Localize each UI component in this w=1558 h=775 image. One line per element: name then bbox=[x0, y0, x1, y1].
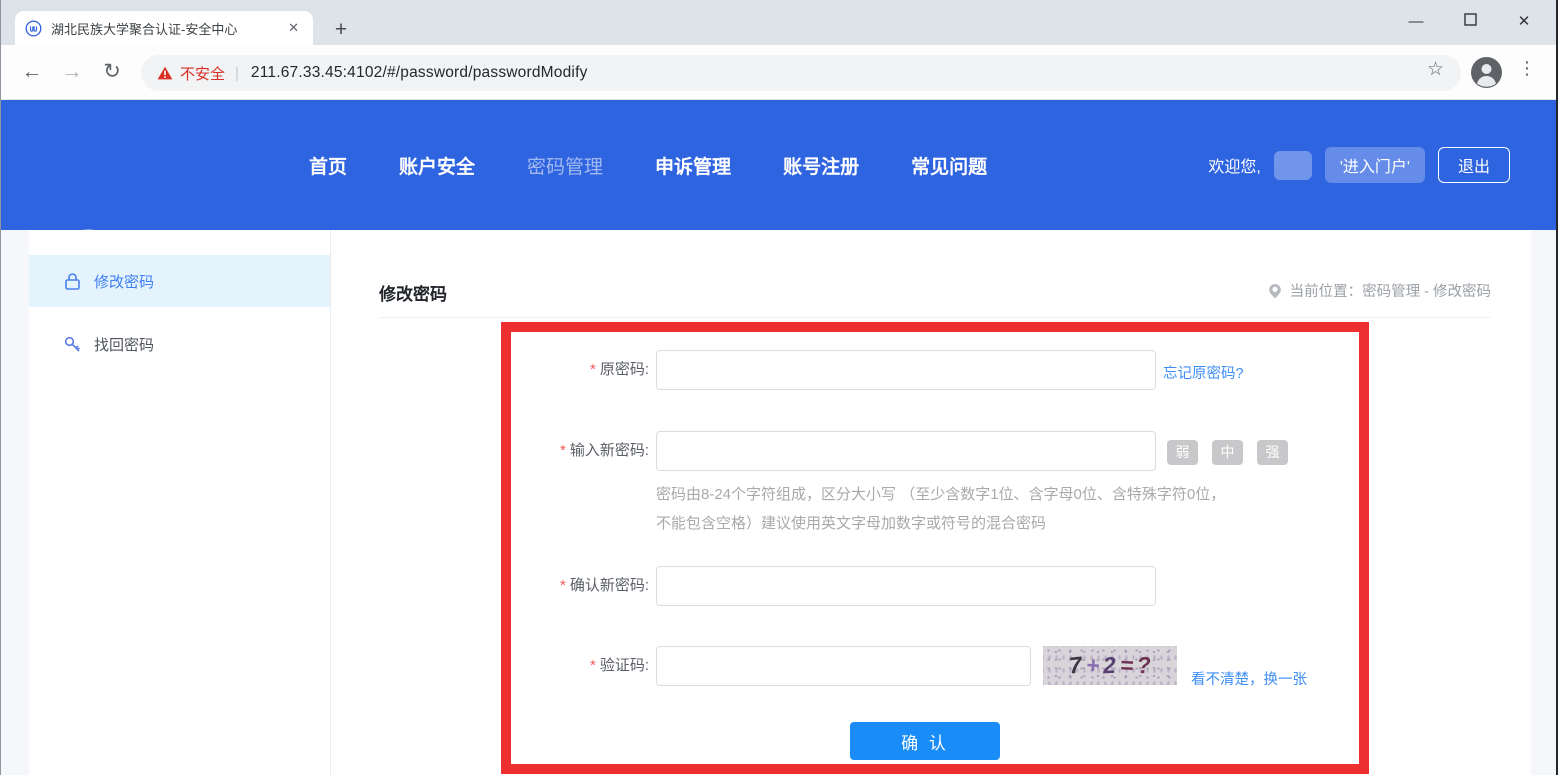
sidebar-item-modify-password[interactable]: 修改密码 bbox=[29, 255, 330, 307]
captcha-char: ? bbox=[1136, 652, 1152, 680]
new-tab-button[interactable]: + bbox=[329, 18, 353, 42]
forward-icon[interactable]: → bbox=[57, 58, 87, 88]
reload-icon[interactable]: ↻ bbox=[97, 58, 127, 88]
tab-title: 湖北民族大学聚合认证-安全中心 bbox=[51, 19, 284, 38]
captcha-label: *验证码: bbox=[421, 646, 649, 686]
required-mark: * bbox=[560, 577, 566, 594]
site-favicon-icon bbox=[25, 20, 42, 37]
nav-item-account-register[interactable]: 账号注册 bbox=[783, 152, 859, 179]
new-password-label: *输入新密码: bbox=[421, 431, 649, 471]
password-rule-hint: 密码由8-24个字符组成，区分大小写 （至少含数字1位、含字母0位、含特殊字符0… bbox=[656, 480, 1236, 538]
sidebar-item-recover-password[interactable]: 找回密码 bbox=[29, 318, 330, 370]
not-secure-label: 不安全 bbox=[180, 63, 225, 84]
nav-item-appeal-management[interactable]: 申诉管理 bbox=[655, 152, 731, 179]
browser-window: 湖北民族大学聚合认证-安全中心 ✕ + — ✕ ← → ↻ 不安全 | 211.… bbox=[0, 0, 1558, 775]
forgot-password-link[interactable]: 忘记原密码? bbox=[1163, 362, 1244, 383]
captcha-char: 7 bbox=[1067, 651, 1083, 679]
window-controls: — ✕ bbox=[1406, 0, 1548, 42]
confirm-password-input[interactable] bbox=[656, 566, 1156, 606]
minimize-button[interactable]: — bbox=[1406, 13, 1426, 30]
password-strength-meter: 弱 中 强 bbox=[1167, 440, 1288, 465]
maximize-button[interactable] bbox=[1460, 13, 1480, 29]
new-password-input[interactable] bbox=[656, 431, 1156, 471]
strength-weak-badge: 弱 bbox=[1167, 440, 1198, 465]
title-divider bbox=[379, 317, 1491, 318]
logout-button[interactable]: 退出 bbox=[1438, 147, 1510, 183]
captcha-image[interactable]: 7 + 2 = ? bbox=[1043, 646, 1177, 685]
nav-item-home[interactable]: 首页 bbox=[309, 152, 347, 179]
location-pin-icon bbox=[1267, 283, 1283, 299]
browser-tab[interactable]: 湖北民族大学聚合认证-安全中心 ✕ bbox=[15, 11, 313, 45]
confirm-password-label: *确认新密码: bbox=[421, 566, 649, 606]
captcha-refresh-link[interactable]: 看不清楚，换一张 bbox=[1191, 668, 1307, 689]
required-mark: * bbox=[560, 442, 566, 459]
url-divider: | bbox=[235, 65, 239, 82]
enter-portal-button[interactable]: '进入门户' bbox=[1325, 147, 1425, 183]
tab-close-icon[interactable]: ✕ bbox=[284, 18, 303, 38]
nav-item-account-security[interactable]: 账户安全 bbox=[399, 152, 475, 179]
back-icon[interactable]: ← bbox=[17, 58, 47, 88]
captcha-char: + bbox=[1085, 652, 1100, 680]
tab-strip: 湖北民族大学聚合认证-安全中心 ✕ + — ✕ bbox=[1, 0, 1556, 45]
profile-icon bbox=[1471, 57, 1502, 88]
required-mark: * bbox=[590, 361, 596, 378]
captcha-input[interactable] bbox=[656, 646, 1031, 686]
breadcrumb-text: 当前位置：密码管理 - 修改密码 bbox=[1290, 280, 1491, 301]
sidebar-item-label: 找回密码 bbox=[94, 334, 154, 355]
required-mark: * bbox=[590, 657, 596, 674]
welcome-label: 欢迎您, bbox=[1208, 153, 1260, 177]
key-icon bbox=[63, 335, 82, 354]
confirm-button[interactable]: 确 认 bbox=[850, 722, 1000, 760]
strength-medium-badge: 中 bbox=[1212, 440, 1243, 465]
profile-avatar[interactable] bbox=[1471, 57, 1502, 88]
lock-icon bbox=[63, 272, 82, 291]
main-nav: 首页 账户安全 密码管理 申诉管理 账号注册 常见问题 bbox=[309, 100, 987, 230]
url-bar[interactable]: 不安全 | 211.67.33.45:4102/#/password/passw… bbox=[141, 55, 1461, 91]
captcha-char: 2 bbox=[1102, 652, 1116, 680]
nav-item-password-management[interactable]: 密码管理 bbox=[527, 152, 603, 179]
old-password-input[interactable] bbox=[656, 350, 1156, 390]
not-secure-warning-icon bbox=[157, 66, 173, 80]
sidebar: 修改密码 找回密码 bbox=[29, 230, 331, 775]
strength-strong-badge: 强 bbox=[1257, 440, 1288, 465]
old-password-label: *原密码: bbox=[421, 350, 649, 390]
browser-toolbar: ← → ↻ 不安全 | 211.67.33.45:4102/#/password… bbox=[1, 45, 1556, 100]
breadcrumb: 当前位置：密码管理 - 修改密码 bbox=[1267, 280, 1491, 301]
maximize-icon bbox=[1464, 13, 1477, 26]
captcha-char: = bbox=[1119, 652, 1134, 680]
site-header: 湖北民族大学 HUBEI MINZU UNIVERSITY 首页 账户安全 密码… bbox=[1, 100, 1556, 230]
nav-item-faq[interactable]: 常见问题 bbox=[911, 152, 987, 179]
username-redacted bbox=[1274, 151, 1312, 180]
sidebar-item-label: 修改密码 bbox=[94, 271, 154, 292]
bookmark-star-icon[interactable]: ☆ bbox=[1427, 58, 1444, 81]
browser-menu-icon[interactable]: ⋮ bbox=[1518, 58, 1536, 79]
url-text: 211.67.33.45:4102/#/password/passwordMod… bbox=[251, 64, 588, 82]
page-title: 修改密码 bbox=[379, 280, 447, 305]
header-user-area: 欢迎您, '进入门户' 退出 bbox=[1208, 100, 1510, 230]
close-window-button[interactable]: ✕ bbox=[1514, 12, 1534, 30]
